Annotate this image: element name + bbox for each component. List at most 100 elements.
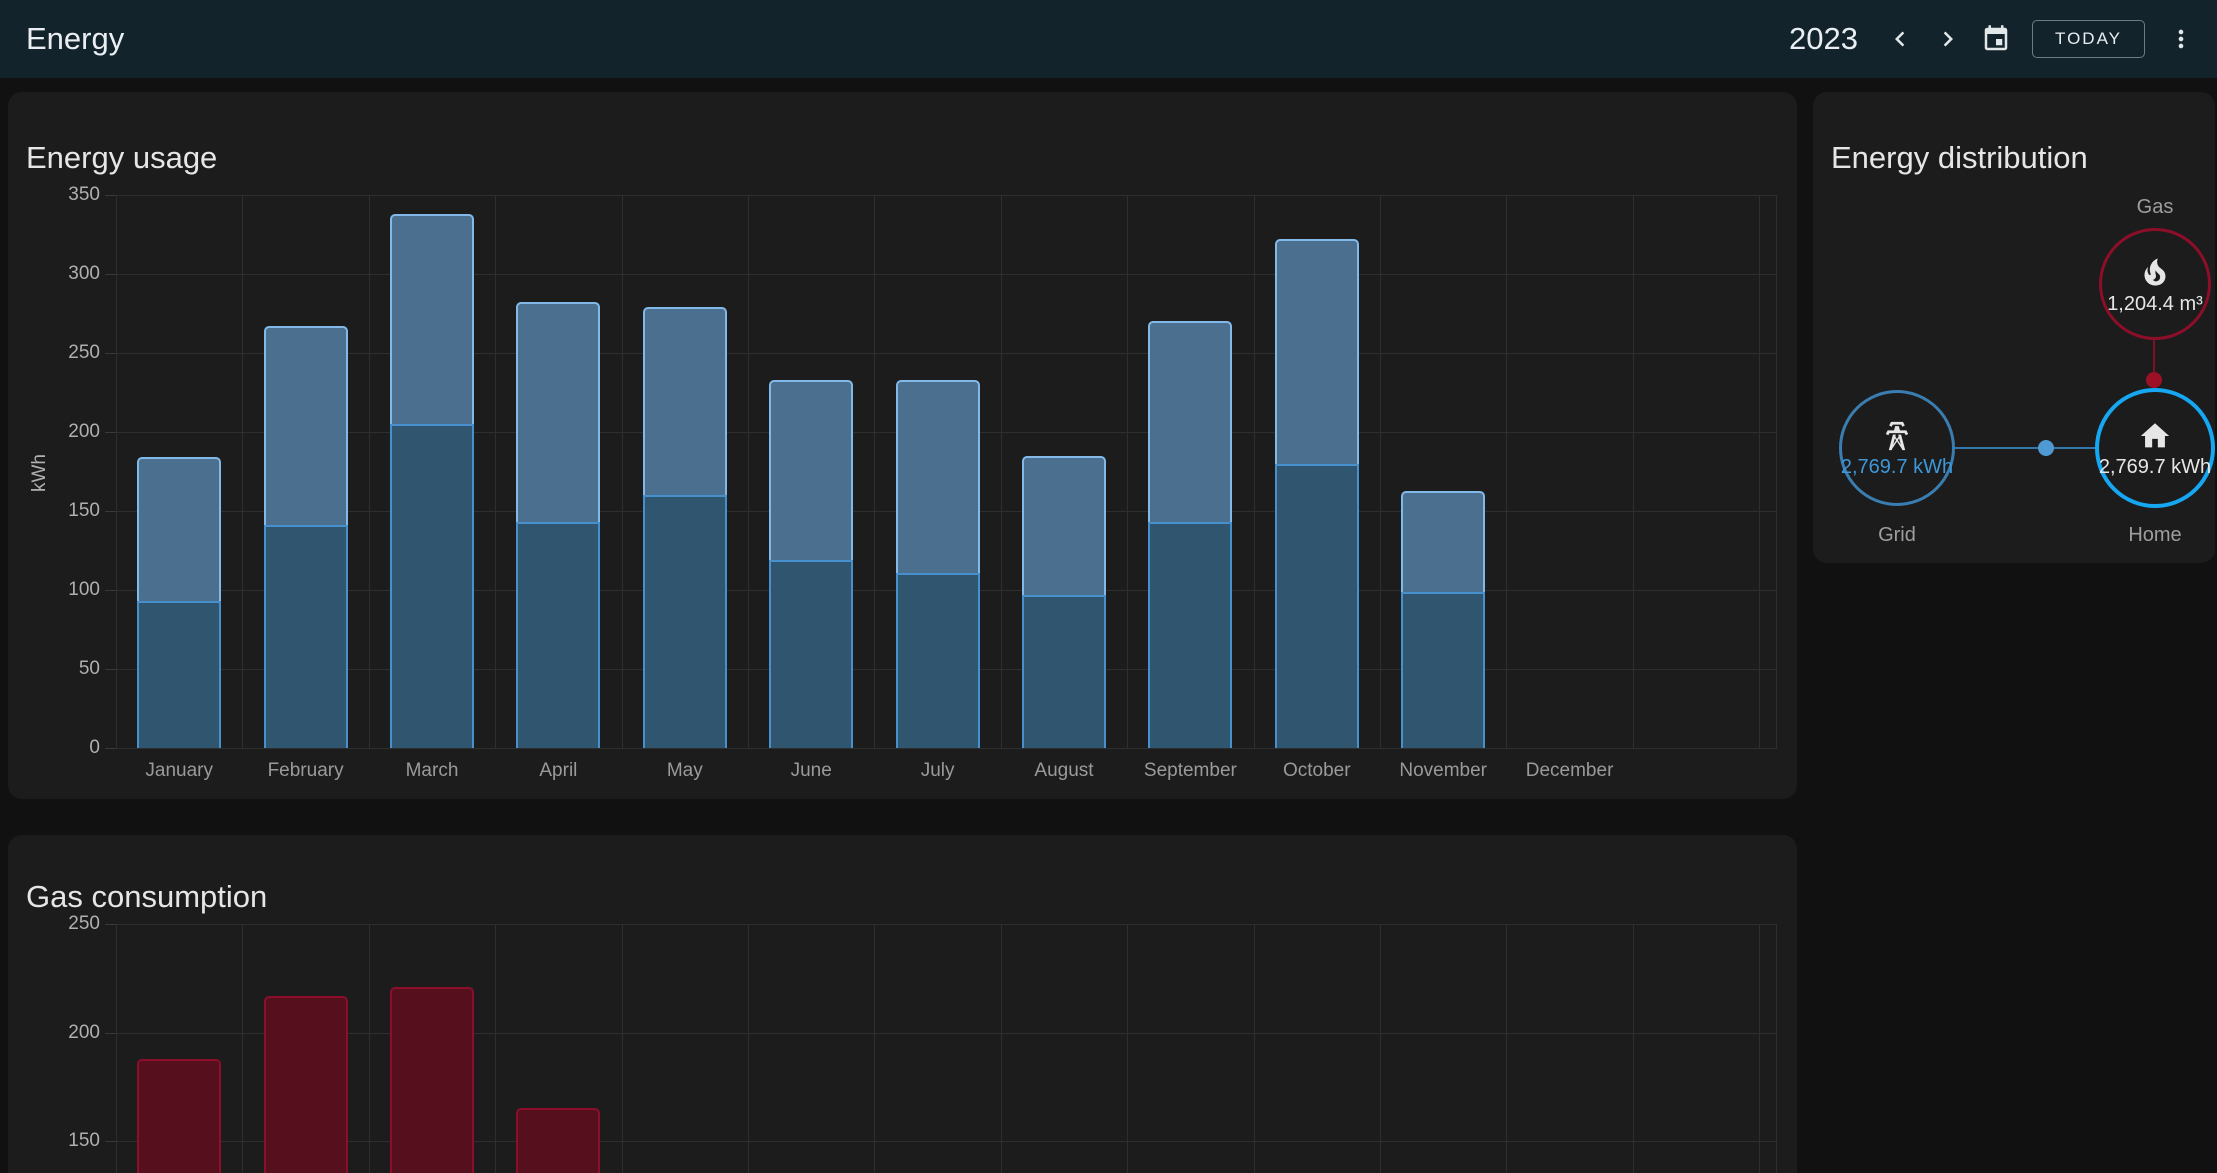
grid-node-label: Grid xyxy=(1817,524,1977,547)
bar-segment[interactable] xyxy=(390,987,474,1173)
home-total-value: 2,769.7 kWh xyxy=(2099,456,2211,478)
energy-distribution-card: Energy distribution Gas 1,204.4 m³ 2,769… xyxy=(1813,92,2215,563)
bar-segment[interactable] xyxy=(264,525,348,748)
previous-period-button[interactable] xyxy=(1876,15,1924,63)
bar-segment[interactable] xyxy=(516,522,600,748)
x-axis-month-label: October xyxy=(1254,760,1380,782)
fire-icon xyxy=(2137,254,2173,290)
axis-tick xyxy=(105,353,116,354)
gridline xyxy=(116,924,1777,925)
axis-tick xyxy=(105,511,116,512)
energy-usage-chart[interactable]: 050100150200250300350JanuaryFebruaryMarc… xyxy=(116,195,1777,748)
page-title: Energy xyxy=(26,21,124,57)
gridline xyxy=(116,1033,1777,1034)
calendar-icon xyxy=(1981,24,2011,54)
axis-tick xyxy=(105,195,116,196)
x-axis-month-label: May xyxy=(622,760,748,782)
bar-segment[interactable] xyxy=(390,424,474,748)
axis-tick xyxy=(105,432,116,433)
bar-segment[interactable] xyxy=(137,1059,221,1173)
gridline xyxy=(1759,924,1760,1173)
card-title: Energy usage xyxy=(26,140,217,176)
x-axis-month-label: July xyxy=(874,760,1000,782)
y-axis-tick-label: 50 xyxy=(42,658,100,680)
overflow-menu-button[interactable] xyxy=(2157,15,2205,63)
bar-segment[interactable] xyxy=(1148,321,1232,522)
bar-segment[interactable] xyxy=(516,1108,600,1173)
gridline xyxy=(369,924,370,1173)
chevron-right-icon xyxy=(1933,24,1963,54)
gridline xyxy=(1776,924,1777,1173)
bar-segment[interactable] xyxy=(264,326,348,525)
app-header: Energy 2023 TODAY xyxy=(0,0,2217,78)
gridline xyxy=(1633,924,1634,1173)
bar-segment[interactable] xyxy=(390,214,474,424)
gridline xyxy=(369,195,370,748)
axis-tick xyxy=(105,590,116,591)
gridline xyxy=(748,195,749,748)
next-period-button[interactable] xyxy=(1924,15,1972,63)
gridline xyxy=(874,195,875,748)
y-axis-tick-label: 200 xyxy=(42,421,100,443)
gas-node-circle[interactable]: 1,204.4 m³ xyxy=(2099,228,2211,340)
bar-segment[interactable] xyxy=(1022,595,1106,748)
x-axis-month-label: March xyxy=(369,760,495,782)
x-axis-month-label: September xyxy=(1127,760,1253,782)
gridline xyxy=(1127,195,1128,748)
gridline xyxy=(1380,195,1381,748)
gridline xyxy=(1001,195,1002,748)
header-controls: 2023 TODAY xyxy=(1789,15,2205,63)
bar-segment[interactable] xyxy=(1148,522,1232,748)
home-node-label: Home xyxy=(2075,524,2217,547)
y-axis-tick-label: 150 xyxy=(42,1130,100,1152)
period-label: 2023 xyxy=(1789,21,1858,57)
card-title: Gas consumption xyxy=(26,879,267,915)
gas-total-value: 1,204.4 m³ xyxy=(2107,293,2203,315)
y-axis-tick-label: 300 xyxy=(42,263,100,285)
axis-tick xyxy=(105,669,116,670)
x-axis-month-label: November xyxy=(1380,760,1506,782)
axis-tick xyxy=(105,274,116,275)
bar-segment[interactable] xyxy=(769,560,853,748)
bar-segment[interactable] xyxy=(516,302,600,522)
gridline xyxy=(116,1141,1777,1142)
x-axis-month-label: April xyxy=(495,760,621,782)
gridline xyxy=(242,195,243,748)
gridline xyxy=(1776,195,1777,748)
dots-vertical-icon xyxy=(2167,25,2195,53)
bar-segment[interactable] xyxy=(1401,491,1485,592)
bar-segment[interactable] xyxy=(137,457,221,601)
axis-tick xyxy=(105,748,116,749)
bar-segment[interactable] xyxy=(1022,456,1106,595)
bar-segment[interactable] xyxy=(1275,464,1359,748)
x-axis-month-label: December xyxy=(1506,760,1632,782)
gridline xyxy=(116,195,1777,196)
grid-node-circle[interactable]: 2,769.7 kWh xyxy=(1839,390,1955,506)
gridline xyxy=(116,924,117,1173)
bar-segment[interactable] xyxy=(1401,592,1485,748)
y-axis-tick-label: 150 xyxy=(42,500,100,522)
home-node-circle[interactable]: 2,769.7 kWh xyxy=(2095,388,2215,508)
bar-segment[interactable] xyxy=(1275,239,1359,463)
gridline xyxy=(1380,924,1381,1173)
axis-tick xyxy=(105,924,116,925)
bar-segment[interactable] xyxy=(896,380,980,573)
gridline xyxy=(1633,195,1634,748)
bar-segment[interactable] xyxy=(137,601,221,748)
date-picker-button[interactable] xyxy=(1972,15,2020,63)
bar-segment[interactable] xyxy=(769,380,853,560)
gridline xyxy=(1254,195,1255,748)
axis-tick xyxy=(105,1033,116,1034)
grid-to-home-flow-line xyxy=(1955,447,2095,449)
bar-segment[interactable] xyxy=(643,307,727,495)
bar-segment[interactable] xyxy=(264,996,348,1173)
chevron-left-icon xyxy=(1885,24,1915,54)
bar-segment[interactable] xyxy=(896,573,980,748)
gridline xyxy=(1254,924,1255,1173)
bar-segment[interactable] xyxy=(643,495,727,748)
gridline xyxy=(1759,195,1760,748)
gas-consumption-chart[interactable]: 150200250 xyxy=(116,924,1777,1173)
today-button[interactable]: TODAY xyxy=(2032,20,2145,58)
energy-usage-card: Energy usage kWh 050100150200250300350Ja… xyxy=(8,92,1797,799)
gridline xyxy=(242,924,243,1173)
